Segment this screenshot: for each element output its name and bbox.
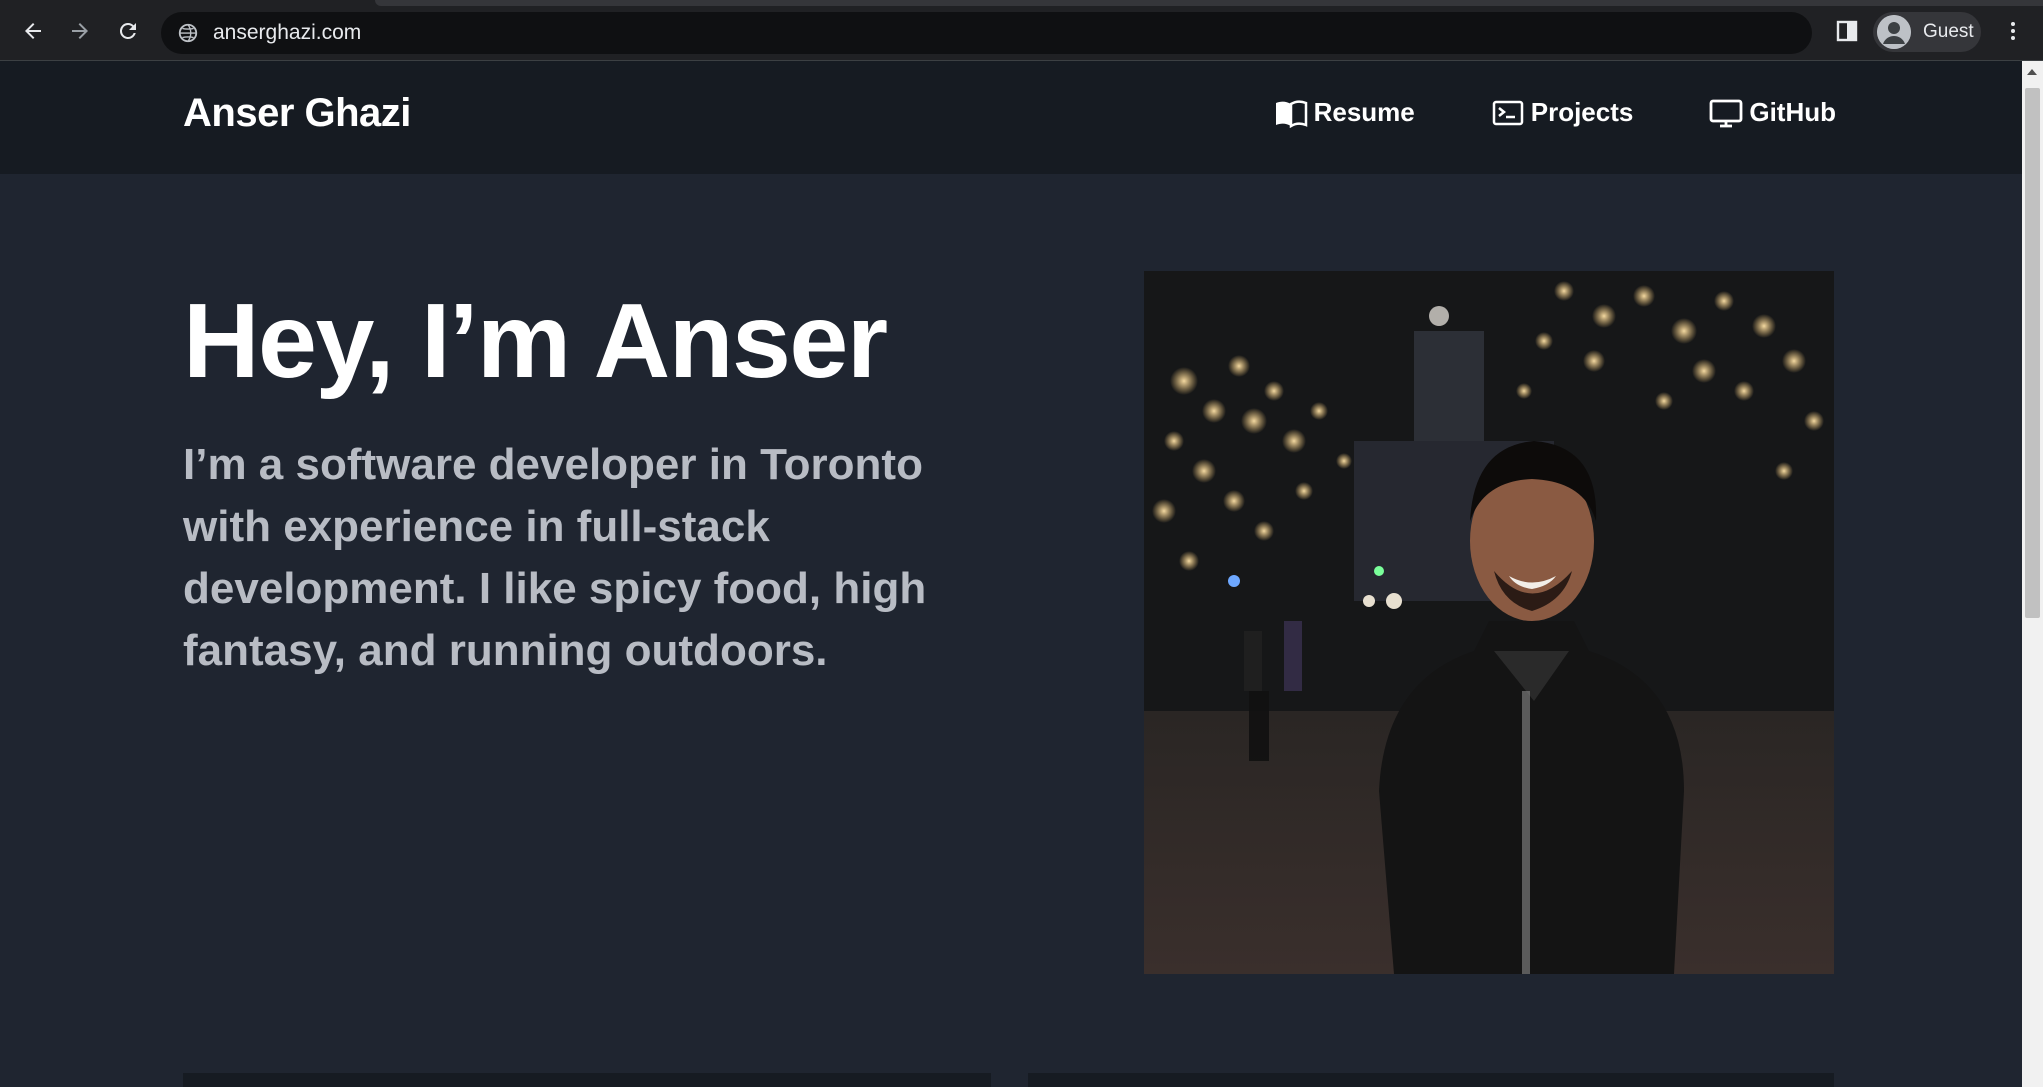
side-panel-icon	[1836, 20, 1858, 42]
nav-github-link[interactable]: GitHub	[1709, 97, 1836, 128]
nav-projects-link[interactable]: Projects	[1491, 97, 1634, 128]
site-brand[interactable]: Anser Ghazi	[183, 91, 411, 136]
nav-resume-label: Resume	[1313, 97, 1415, 127]
scroll-up-icon[interactable]	[2027, 69, 2037, 75]
profile-label: Guest	[1923, 21, 1974, 42]
scrollbar-thumb[interactable]	[2025, 88, 2040, 618]
reload-button[interactable]	[110, 13, 146, 49]
url-text: anserghazi.com	[213, 21, 362, 44]
back-button[interactable]	[15, 13, 51, 49]
book-icon	[1275, 99, 1307, 128]
arrow-left-icon	[25, 23, 41, 39]
site-header: Anser Ghazi Resume Projects GitHub	[0, 61, 2022, 174]
address-bar[interactable]: anserghazi.com	[161, 12, 1812, 54]
tab-strip	[375, 0, 2043, 6]
more-vertical-icon	[2011, 22, 2015, 40]
side-panel-button[interactable]	[1830, 14, 1864, 48]
content-card	[1028, 1073, 1834, 1087]
profile-button[interactable]: Guest	[1873, 12, 1981, 52]
hero-title: Hey, I’m Anser	[183, 282, 888, 400]
nav-resume-link[interactable]: Resume	[1274, 97, 1415, 128]
forward-button[interactable]	[62, 13, 98, 49]
arrow-right-icon	[72, 23, 88, 39]
browser-menu-button[interactable]	[1996, 14, 2030, 48]
avatar-icon	[1877, 15, 1911, 49]
site-nav: Resume Projects GitHub	[1274, 97, 1836, 128]
nav-github-label: GitHub	[1749, 97, 1836, 127]
site-info-icon[interactable]	[177, 22, 199, 44]
terminal-icon	[1492, 100, 1523, 125]
monitor-icon	[1709, 99, 1743, 127]
profile-photo	[1144, 271, 1834, 974]
nav-projects-label: Projects	[1530, 97, 1634, 127]
browser-toolbar: anserghazi.com Guest	[0, 0, 2043, 61]
page-viewport: Anser Ghazi Resume Projects GitHub Hey, …	[0, 61, 2022, 1087]
reload-icon	[119, 22, 136, 39]
page-scrollbar[interactable]	[2022, 61, 2043, 1087]
hero-bio: I’m a software developer in Toronto with…	[183, 440, 927, 675]
content-card	[183, 1073, 991, 1087]
